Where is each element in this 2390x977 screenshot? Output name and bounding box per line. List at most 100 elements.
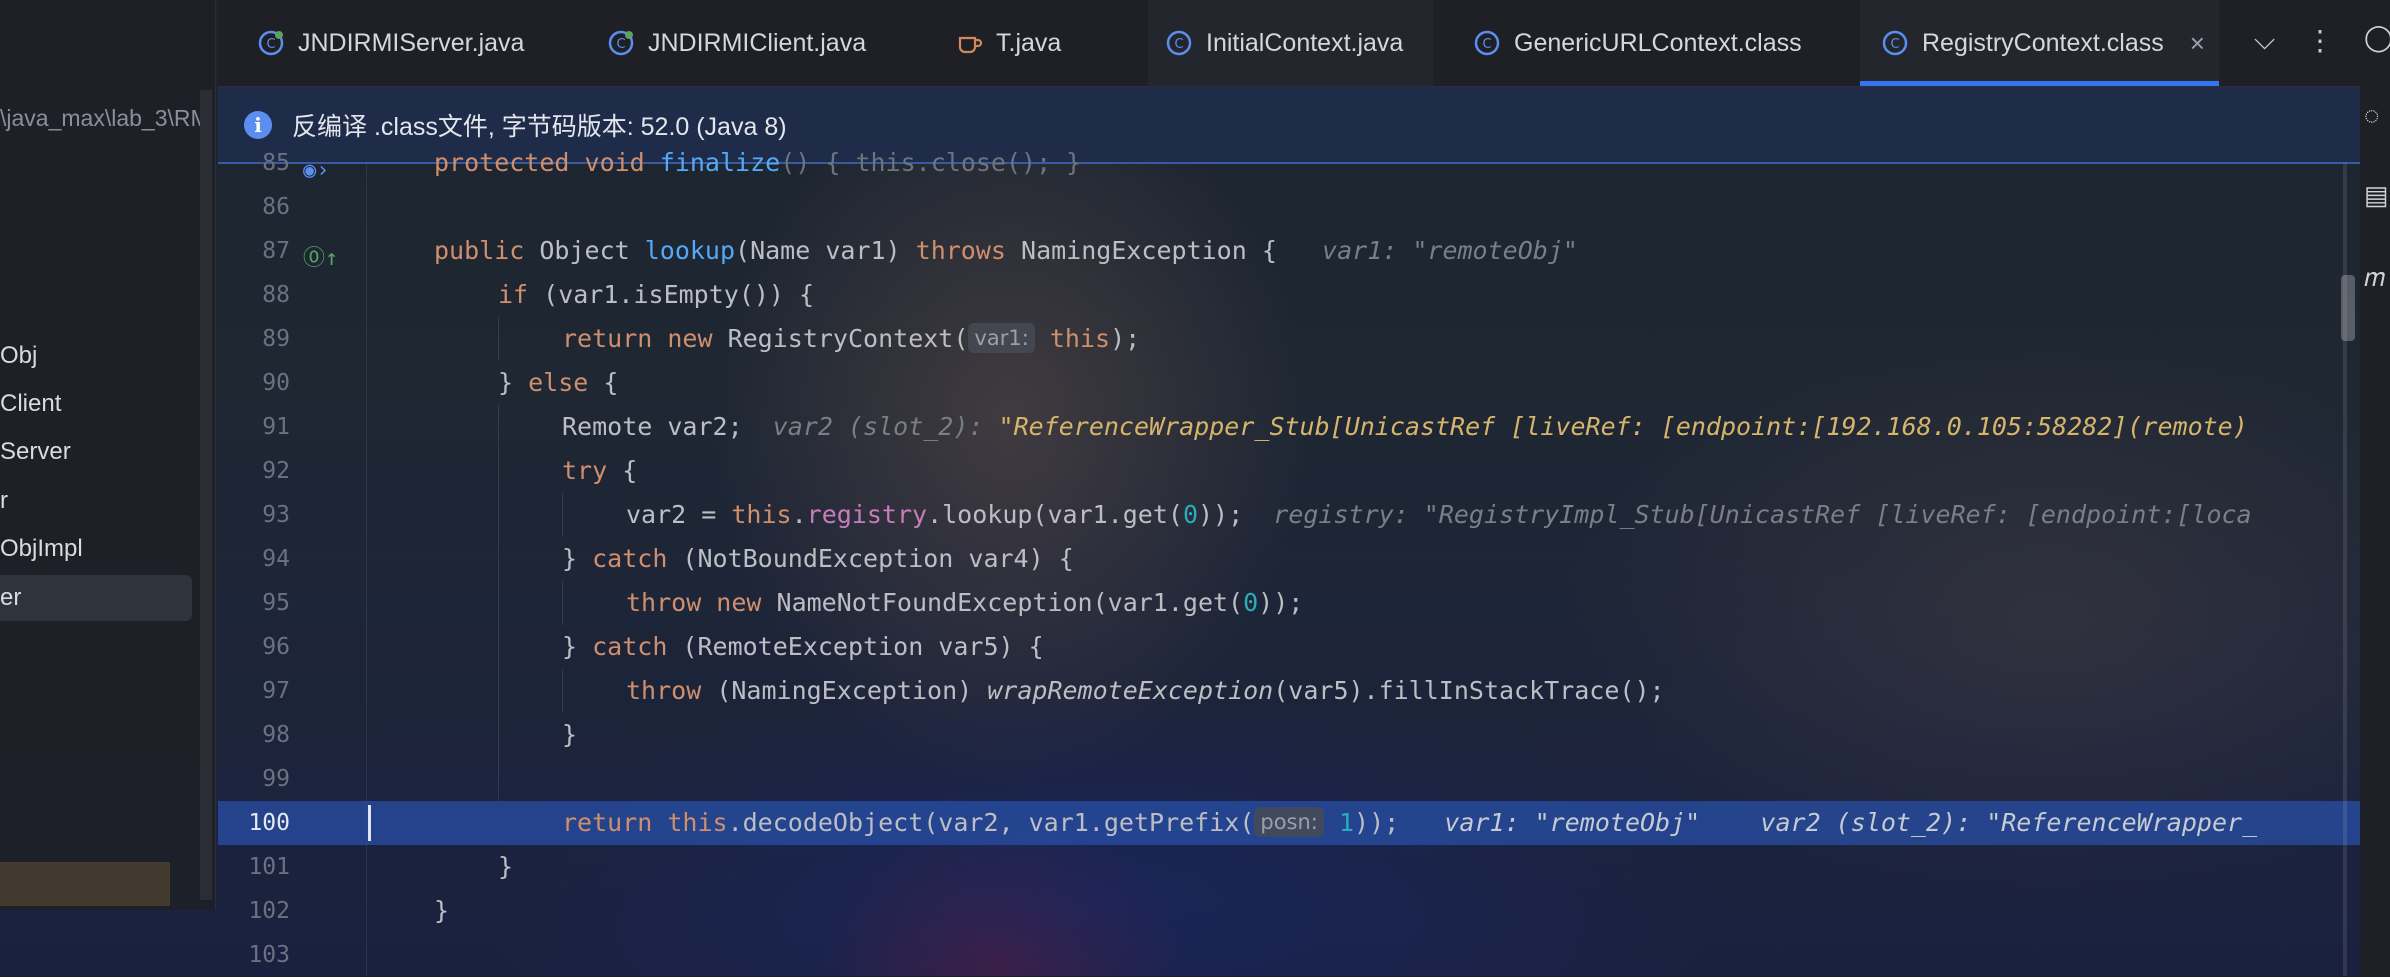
line-number: 87 <box>262 238 290 264</box>
code-token: throw new <box>626 588 777 617</box>
code-token: . <box>791 500 807 529</box>
tab-label: RegistryContext.class <box>1922 28 2164 57</box>
tab-jndirmiclient[interactable]: C JNDIRMIClient.java <box>606 0 866 86</box>
code-token: finalize <box>659 148 781 177</box>
code-line[interactable]: 91 Remote var2; var2 (slot_2): "Referenc… <box>218 405 2360 449</box>
line-number: 96 <box>262 634 290 660</box>
code-token: registry <box>806 500 928 529</box>
code-token: catch <box>592 632 683 661</box>
tab-label: GenericURLContext.class <box>1514 28 1802 57</box>
code-token: .decodeObject(var2, var1.getPrefix( <box>727 808 1255 837</box>
tab-registrycontext[interactable]: C RegistryContext.class × <box>1860 0 2219 86</box>
code-line[interactable]: 97 throw (NamingException) wrapRemoteExc… <box>218 669 2360 713</box>
tool-window-icon[interactable]: ◯ <box>2364 22 2390 53</box>
parameter-hint: var1: <box>968 323 1035 353</box>
code-line[interactable]: 102 } <box>218 889 2360 933</box>
code-token: )); <box>1354 808 1400 837</box>
code-token: return new <box>562 324 728 353</box>
code-token: (NotBoundException var4) { <box>682 544 1074 573</box>
line-number: 88 <box>262 282 290 308</box>
code-token: if <box>498 280 544 309</box>
project-tree-item[interactable]: Server <box>0 438 71 466</box>
line-number: 97 <box>262 678 290 704</box>
code-line[interactable]: 94 } catch (NotBoundException var4) { <box>218 537 2360 581</box>
class-icon: C <box>1472 28 1502 58</box>
code-token: ); <box>1110 324 1141 353</box>
code-token: NameNotFoundException(var1.get( <box>776 588 1244 617</box>
line-number: 93 <box>262 502 290 528</box>
editor-tab-bar: C JNDIRMIServer.java C JNDIRMIClient.jav… <box>218 0 2360 87</box>
code-line[interactable]: 101 } <box>218 845 2360 889</box>
project-scrollbar[interactable] <box>200 90 212 900</box>
code-token: this <box>667 808 728 837</box>
java-class-icon: C <box>606 28 636 58</box>
line-number: 92 <box>262 458 290 484</box>
tool-window-icon[interactable]: ◌ <box>2364 100 2379 131</box>
tab-initialcontext[interactable]: C InitialContext.java <box>1148 0 1434 86</box>
code-line[interactable]: 85 ◉› protected void finalize() { this.c… <box>218 141 2360 185</box>
debug-inline-value: var1: "remoteObj" <box>1322 236 1578 265</box>
code-token: NamingException { <box>1021 236 1277 265</box>
code-line[interactable]: 87 ⓪↑ public Object lookup(Name var1) th… <box>218 229 2360 273</box>
tab-jndirmiserver[interactable]: C JNDIRMIServer.java <box>256 0 524 86</box>
code-line[interactable]: 103 <box>218 933 2360 977</box>
more-options-icon[interactable]: ⋮ <box>2306 24 2334 57</box>
svg-text:C: C <box>1174 37 1183 52</box>
svg-text:C: C <box>616 37 625 52</box>
code-token: } <box>562 720 578 749</box>
project-tree-item[interactable]: Client <box>0 390 61 418</box>
editor-scrollbar-thumb[interactable] <box>2341 275 2355 341</box>
project-tree-item[interactable]: r <box>0 487 8 515</box>
code-token: Remote var2; <box>562 412 743 441</box>
line-number: 98 <box>262 722 290 748</box>
code-line[interactable]: 90 } else { <box>218 361 2360 405</box>
svg-text:C: C <box>1482 37 1491 52</box>
line-number: 100 <box>248 810 290 836</box>
code-line[interactable]: 89 return new RegistryContext(var1: this… <box>218 317 2360 361</box>
code-token: return <box>562 808 668 837</box>
project-tree-item[interactable]: Obj <box>0 342 37 370</box>
maven-icon[interactable]: 𝑚 <box>2364 262 2385 294</box>
tab-t-java[interactable]: T.java <box>954 0 1061 86</box>
info-icon: i <box>244 110 272 139</box>
code-token: { <box>603 368 619 397</box>
project-path: \java_max\lab_3\RM <box>0 105 210 131</box>
project-highlight-strip <box>0 862 170 906</box>
code-line[interactable]: 88 if (var1.isEmpty()) { <box>218 273 2360 317</box>
right-tool-strip: ◯ ◌ ▤ 𝑚 <box>2360 0 2390 976</box>
code-line[interactable]: 95 throw new NameNotFoundException(var1.… <box>218 581 2360 625</box>
close-tab-icon[interactable]: × <box>2190 28 2205 59</box>
code-line[interactable]: 98 } <box>218 713 2360 757</box>
tab-list-dropdown-icon[interactable]: ⌵ <box>2254 24 2275 57</box>
code-token: catch <box>592 544 683 573</box>
code-editor[interactable]: 85 ◉› protected void finalize() { this.c… <box>218 148 2360 977</box>
code-line[interactable]: 86 <box>218 185 2360 229</box>
database-icon[interactable]: ▤ <box>2364 180 2389 211</box>
code-token: (RemoteException var5) { <box>682 632 1044 661</box>
code-line[interactable]: 96 } catch (RemoteException var5) { <box>218 625 2360 669</box>
code-token: () { this.close(); } <box>780 148 1082 177</box>
code-token: wrapRemoteException <box>987 676 1274 705</box>
debug-inline-label: var2 (slot_2): <box>772 412 984 441</box>
code-line[interactable]: 92 try { <box>218 449 2360 493</box>
code-token: { <box>622 456 638 485</box>
class-icon: C <box>1164 28 1194 58</box>
tab-genericurlcontext[interactable]: C GenericURLContext.class <box>1472 0 1802 86</box>
current-execution-line[interactable]: 100 return this.decodeObject(var2, var1.… <box>218 801 2360 845</box>
tab-label: JNDIRMIClient.java <box>648 28 867 57</box>
code-token: } <box>498 368 529 397</box>
line-number: 103 <box>248 942 290 968</box>
java-class-icon: C <box>256 28 286 58</box>
line-number: 102 <box>248 898 290 924</box>
svg-text:C: C <box>266 37 275 52</box>
code-line[interactable]: 99 <box>218 757 2360 801</box>
project-tree-item[interactable]: ObjImpl <box>0 535 83 563</box>
code-token: 0 <box>1243 588 1259 617</box>
code-token: throw <box>626 676 717 705</box>
line-number: 94 <box>262 546 290 572</box>
project-tree-item-selected[interactable]: er <box>0 575 192 621</box>
line-number: 89 <box>262 326 290 352</box>
code-line[interactable]: 93 var2 = this.registry.lookup(var1.get(… <box>218 493 2360 537</box>
code-token: this <box>731 500 792 529</box>
debug-inline-value: var2 (slot_2): "ReferenceWrapper_ <box>1760 808 2258 837</box>
